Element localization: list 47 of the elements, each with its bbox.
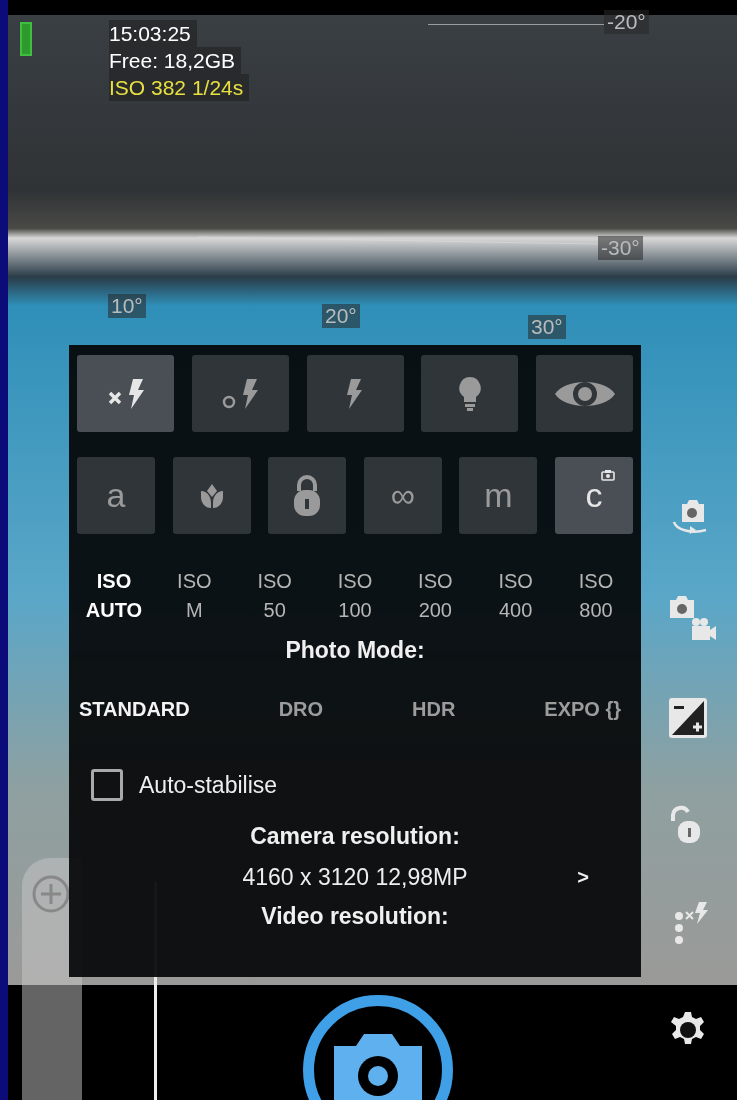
exposure-info-text: ISO 382 1/24s [109, 74, 250, 101]
free-storage-text: Free: 18,2GB [109, 47, 242, 74]
iso-option[interactable]: ISO 400 [478, 567, 553, 625]
flash-mode-button[interactable] [421, 355, 519, 432]
angle-label: 20° [322, 304, 360, 328]
iso-option[interactable]: ISO 100 [318, 567, 392, 625]
camera-resolution-heading: Camera resolution: [249, 823, 461, 850]
camera-icon [600, 469, 615, 481]
iso-option[interactable]: ISO 200 [398, 567, 473, 625]
focus-mode-button[interactable] [172, 457, 251, 534]
battery-icon [20, 22, 32, 56]
flash-mode-button[interactable] [536, 355, 633, 432]
photo-mode-heading: Photo Mode: [284, 637, 426, 664]
video-resolution-heading: Video resolution: [260, 903, 450, 930]
zoom-in-icon[interactable] [31, 874, 71, 914]
flash-icon [345, 376, 365, 411]
angle-label: 10° [108, 294, 146, 318]
padlock-icon [292, 474, 323, 517]
lightbulb-icon [457, 375, 482, 412]
focus-mode-button[interactable]: ∞ [363, 457, 442, 534]
angle-label: -20° [604, 10, 649, 34]
exposure-icon [668, 697, 708, 739]
flash-mode-button[interactable] [191, 355, 289, 432]
focus-mode-button[interactable] [268, 457, 347, 534]
checkbox-label: Auto-stabilise [139, 771, 278, 799]
unlocked-padlock-icon [668, 805, 702, 845]
next-arrow[interactable]: > [577, 866, 589, 889]
iso-option[interactable]: ISO 800 [558, 567, 633, 625]
iso-option[interactable]: ISO AUTO [77, 567, 151, 625]
checkbox[interactable] [91, 769, 123, 801]
flash-mode-button[interactable] [77, 355, 174, 432]
focus-mode-button[interactable]: a [77, 457, 155, 534]
flash-auto-icon [220, 376, 261, 411]
iso-option[interactable]: ISO 50 [237, 567, 312, 625]
focus-mode-button[interactable]: c [554, 457, 633, 534]
resolution-value[interactable]: 4160 x 3120 12,98MP [242, 864, 468, 891]
focus-mode-button[interactable]: m [459, 457, 538, 534]
photo-mode-option[interactable]: HDR [412, 698, 456, 721]
clock-text: 15:03:25 [109, 20, 197, 47]
flash-mode-button[interactable] [306, 355, 404, 432]
photo-mode-option[interactable]: STANDARD [79, 698, 190, 721]
photo-mode-option[interactable]: EXPO {} [544, 698, 621, 721]
angle-label: -30° [598, 236, 643, 260]
angle-label: 30° [528, 315, 566, 339]
iso-option[interactable]: ISO M [157, 567, 232, 625]
exposure-button[interactable] [668, 697, 708, 739]
photo-mode-option[interactable]: DRO [278, 698, 324, 721]
